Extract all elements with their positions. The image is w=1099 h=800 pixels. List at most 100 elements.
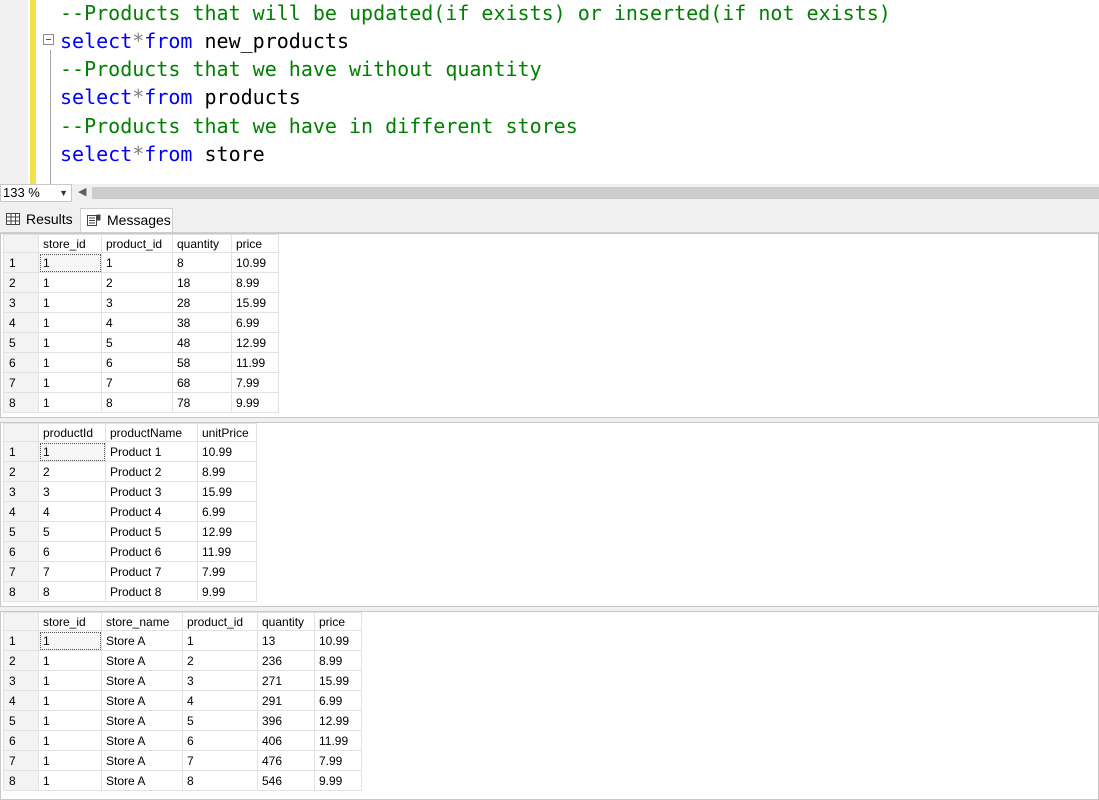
table-row[interactable]: 3 1 Store A 3 271 15.99 xyxy=(3,670,362,691)
column-header[interactable]: unitPrice xyxy=(197,423,257,442)
table-cell[interactable]: 476 xyxy=(257,750,315,771)
table-cell[interactable]: 5 xyxy=(38,521,106,542)
table-cell[interactable]: 1 xyxy=(38,312,102,333)
row-number[interactable]: 8 xyxy=(3,770,39,791)
table-cell[interactable]: 1 xyxy=(38,730,102,751)
table-cell[interactable]: 7.99 xyxy=(197,561,257,582)
table-cell[interactable]: Store A xyxy=(101,650,183,671)
table-cell[interactable]: Store A xyxy=(101,730,183,751)
row-number[interactable]: 5 xyxy=(3,710,39,731)
result-grid-new-products[interactable]: store_id product_id quantity price 11181… xyxy=(0,233,1099,418)
table-cell[interactable]: 1 xyxy=(38,670,102,691)
table-row[interactable]: 6 1 6 58 11.99 xyxy=(3,352,279,373)
table-cell[interactable]: 4 xyxy=(38,501,106,522)
code-line-comment[interactable]: --Products that will be updated(if exist… xyxy=(60,0,891,27)
chevron-down-icon[interactable]: ▼ xyxy=(59,185,68,201)
table-cell[interactable]: 8.99 xyxy=(197,461,257,482)
code-line-select[interactable]: select*from store xyxy=(60,140,265,168)
table-row[interactable]: 2 1 2 18 8.99 xyxy=(3,272,279,293)
row-number[interactable]: 4 xyxy=(3,501,39,522)
table-cell[interactable]: 271 xyxy=(257,670,315,691)
table-cell[interactable]: 10.99 xyxy=(231,252,279,273)
row-number[interactable]: 5 xyxy=(3,521,39,542)
table-cell[interactable]: 6.99 xyxy=(231,312,279,333)
table-cell[interactable]: 12.99 xyxy=(314,710,362,731)
row-number[interactable]: 3 xyxy=(3,292,39,313)
row-number[interactable]: 8 xyxy=(3,581,39,602)
table-cell[interactable]: Store A xyxy=(101,770,183,791)
table-cell[interactable]: 1 xyxy=(38,441,106,462)
table-cell[interactable]: 1 xyxy=(38,392,102,413)
table-row[interactable]: 7 7 Product 7 7.99 xyxy=(3,561,257,582)
table-row[interactable]: 2 2 Product 2 8.99 xyxy=(3,461,257,482)
row-number[interactable]: 6 xyxy=(3,541,39,562)
table-cell[interactable]: 18 xyxy=(172,272,232,293)
table-row[interactable]: 5 5 Product 5 12.99 xyxy=(3,521,257,542)
code-line-comment[interactable]: --Products that we have without quantity xyxy=(60,55,542,83)
table-cell[interactable]: 78 xyxy=(172,392,232,413)
table-cell[interactable]: 6.99 xyxy=(314,690,362,711)
table-cell[interactable]: 8.99 xyxy=(314,650,362,671)
code-line-select[interactable]: select*from new_products xyxy=(60,27,349,55)
table-row[interactable]: 3 1 3 28 15.99 xyxy=(3,292,279,313)
table-cell[interactable]: 15.99 xyxy=(231,292,279,313)
table-cell[interactable]: Product 8 xyxy=(105,581,198,602)
table-cell[interactable]: Product 6 xyxy=(105,541,198,562)
table-cell[interactable]: Store A xyxy=(101,750,183,771)
table-cell[interactable]: 3 xyxy=(182,670,258,691)
table-cell[interactable]: 15.99 xyxy=(314,670,362,691)
table-cell[interactable]: Store A xyxy=(101,630,183,651)
table-cell[interactable]: 10.99 xyxy=(197,441,257,462)
table-cell[interactable]: 8 xyxy=(38,581,106,602)
table-cell[interactable]: 5 xyxy=(101,332,173,353)
table-cell[interactable]: 396 xyxy=(257,710,315,731)
row-number[interactable]: 5 xyxy=(3,332,39,353)
table-row[interactable]: 8 1 Store A 8 546 9.99 xyxy=(3,770,362,791)
zoom-select[interactable]: 133 % ▼ xyxy=(0,184,72,202)
horizontal-scrollbar-thumb[interactable] xyxy=(92,187,1099,199)
row-number[interactable]: 2 xyxy=(3,272,39,293)
table-cell[interactable]: 68 xyxy=(172,372,232,393)
table-row[interactable]: 3 3 Product 3 15.99 xyxy=(3,481,257,502)
row-number[interactable]: 4 xyxy=(3,690,39,711)
table-cell[interactable]: 7.99 xyxy=(314,750,362,771)
scroll-left-icon[interactable]: ◀ xyxy=(78,185,86,198)
row-number-header[interactable] xyxy=(3,423,39,442)
code-line-select[interactable]: select*from products xyxy=(60,83,301,111)
table-row[interactable]: 7 1 Store A 7 476 7.99 xyxy=(3,750,362,771)
table-cell[interactable]: 8 xyxy=(172,252,232,273)
table-cell[interactable]: 12.99 xyxy=(197,521,257,542)
table-cell[interactable]: 7 xyxy=(101,372,173,393)
code-line-comment[interactable]: --Products that we have in different sto… xyxy=(60,112,578,140)
table-cell[interactable]: 38 xyxy=(172,312,232,333)
selection-margin[interactable] xyxy=(0,0,28,184)
table-row[interactable]: 5 1 5 48 12.99 xyxy=(3,332,279,353)
table-cell[interactable]: 1 xyxy=(38,750,102,771)
row-number[interactable]: 6 xyxy=(3,352,39,373)
table-cell[interactable]: 1 xyxy=(38,352,102,373)
table-row[interactable]: 6 6 Product 6 11.99 xyxy=(3,541,257,562)
row-number[interactable]: 3 xyxy=(3,670,39,691)
table-cell[interactable]: 6 xyxy=(182,730,258,751)
table-cell[interactable]: 4 xyxy=(182,690,258,711)
row-number[interactable]: 7 xyxy=(3,561,39,582)
table-cell[interactable]: 13 xyxy=(257,630,315,651)
table-cell[interactable]: 15.99 xyxy=(197,481,257,502)
table-cell[interactable]: 1 xyxy=(38,690,102,711)
table-cell[interactable]: 8 xyxy=(182,770,258,791)
table-cell[interactable]: 1 xyxy=(38,332,102,353)
table-cell[interactable]: 1 xyxy=(38,630,102,651)
row-number-header[interactable] xyxy=(3,234,39,253)
table-cell[interactable]: 6 xyxy=(38,541,106,562)
column-header[interactable]: store_id xyxy=(38,612,102,631)
row-number[interactable]: 2 xyxy=(3,650,39,671)
table-cell[interactable]: 1 xyxy=(101,252,173,273)
table-row[interactable]: 1 1 Product 1 10.99 xyxy=(3,441,257,462)
table-cell[interactable]: 8 xyxy=(101,392,173,413)
table-cell[interactable]: 48 xyxy=(172,332,232,353)
table-cell[interactable]: 2 xyxy=(101,272,173,293)
table-cell[interactable]: 10.99 xyxy=(314,630,362,651)
table-cell[interactable]: Store A xyxy=(101,710,183,731)
table-cell[interactable]: 11.99 xyxy=(197,541,257,562)
row-number[interactable]: 1 xyxy=(3,630,39,651)
